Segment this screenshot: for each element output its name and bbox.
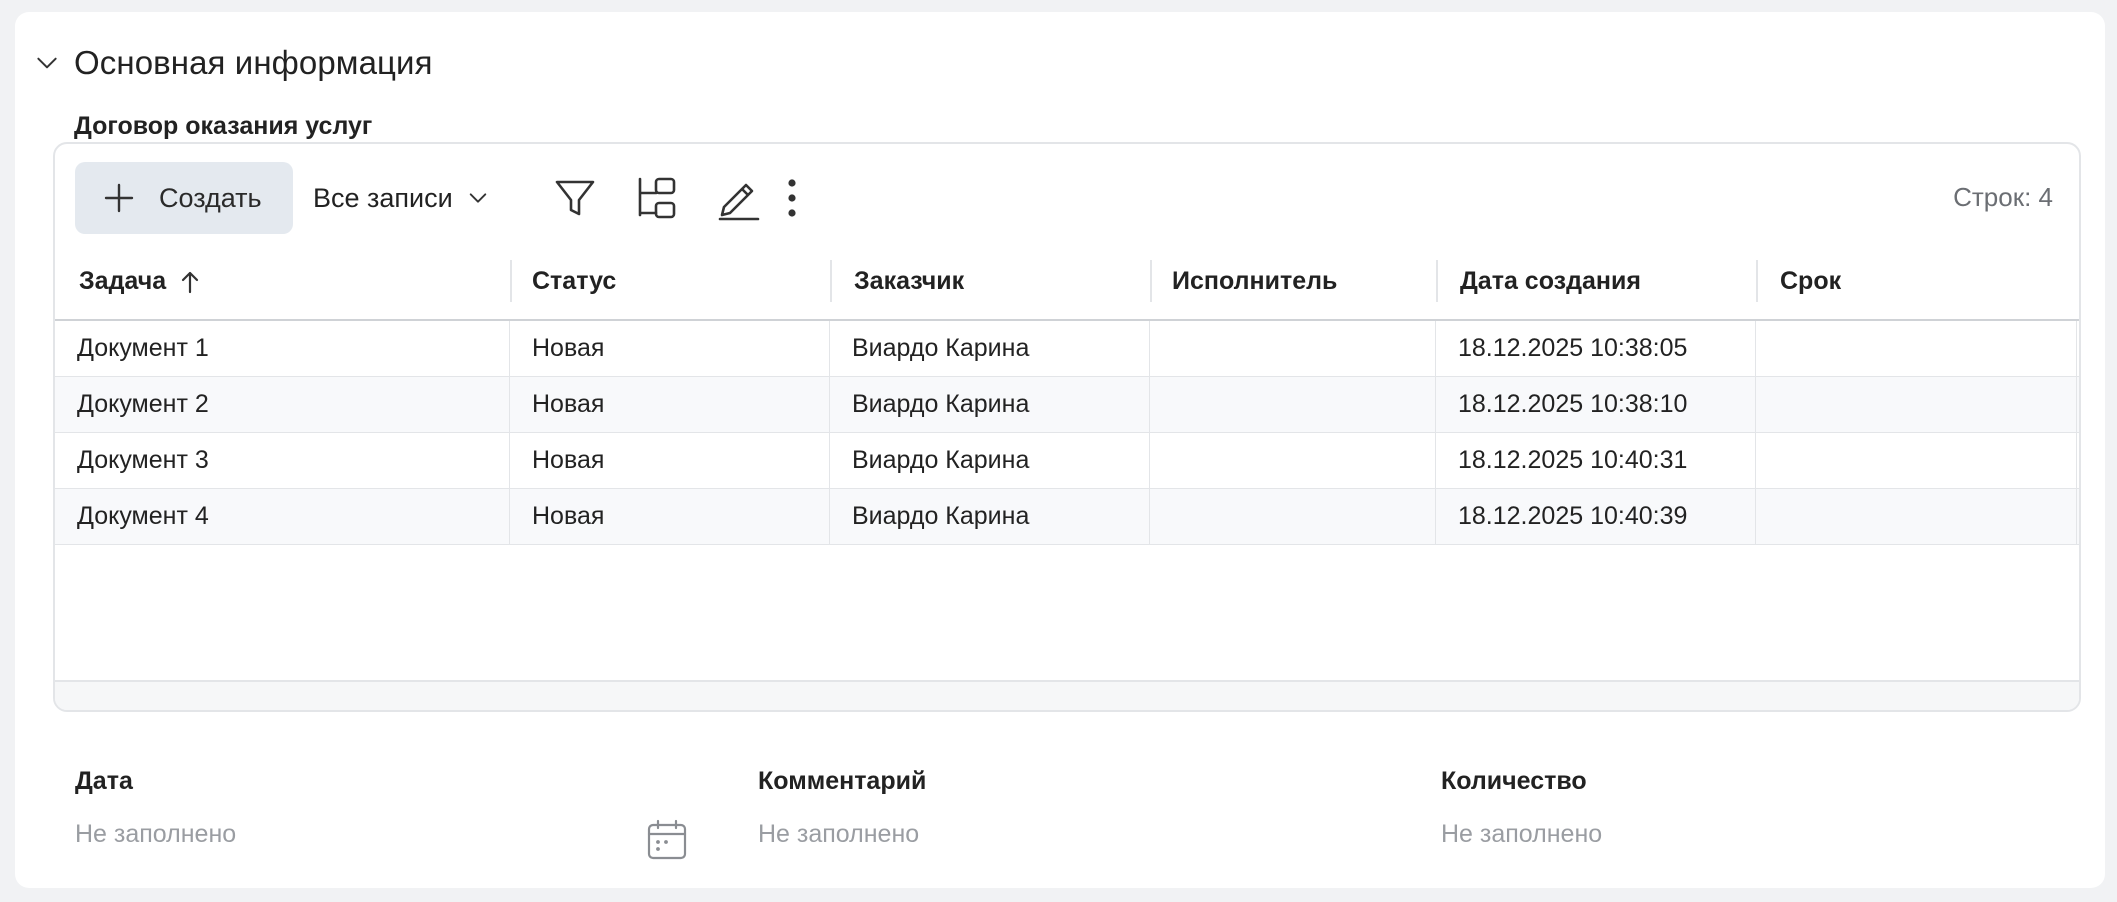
column-header-created-date[interactable]: Дата создания bbox=[1436, 244, 1756, 319]
cell-status: Новая bbox=[510, 321, 830, 376]
cell-customer: Виардо Карина bbox=[830, 321, 1150, 376]
cell-customer: Виардо Карина bbox=[830, 433, 1150, 488]
cell-executor bbox=[1150, 433, 1436, 488]
table-row[interactable]: Документ 4 Новая Виардо Карина 18.12.202… bbox=[55, 489, 2079, 545]
edit-button[interactable] bbox=[715, 174, 763, 222]
quantity-field: Количество Не заполнено bbox=[1441, 767, 1602, 849]
cell-deadline bbox=[1756, 321, 2077, 376]
cell-executor bbox=[1150, 489, 1436, 544]
table-header: Задача Статус Заказчик Исполнитель Дата … bbox=[55, 244, 2079, 321]
create-button[interactable]: Создать bbox=[75, 162, 293, 234]
rows-count: Строк: 4 bbox=[1953, 182, 2053, 212]
chevron-down-icon bbox=[32, 48, 62, 78]
quantity-field-label: Количество bbox=[1441, 767, 1587, 795]
tree-view-button[interactable] bbox=[633, 174, 681, 222]
more-vertical-icon bbox=[788, 179, 796, 217]
comment-field-value[interactable]: Не заполнено bbox=[758, 820, 926, 849]
column-header-executor[interactable]: Исполнитель bbox=[1150, 244, 1436, 319]
cell-task: Документ 2 bbox=[55, 377, 510, 432]
comment-field-label: Комментарий bbox=[758, 767, 927, 795]
column-header-customer[interactable]: Заказчик bbox=[830, 244, 1150, 319]
column-header-deadline[interactable]: Срок bbox=[1756, 244, 2077, 319]
filter-button[interactable] bbox=[551, 174, 599, 222]
cell-created-date: 18.12.2025 10:40:39 bbox=[1436, 489, 1756, 544]
tree-structure-icon bbox=[638, 177, 676, 219]
column-header-task[interactable]: Задача bbox=[55, 244, 510, 319]
table-row[interactable]: Документ 1 Новая Виардо Карина 18.12.202… bbox=[55, 321, 2079, 377]
cell-task: Документ 3 bbox=[55, 433, 510, 488]
date-field-value[interactable]: Не заполнено bbox=[75, 820, 236, 849]
cell-task: Документ 1 bbox=[55, 321, 510, 376]
cell-task: Документ 4 bbox=[55, 489, 510, 544]
cell-deadline bbox=[1756, 433, 2077, 488]
cell-created-date: 18.12.2025 10:38:05 bbox=[1436, 321, 1756, 376]
cell-executor bbox=[1150, 377, 1436, 432]
cell-customer: Виардо Карина bbox=[830, 489, 1150, 544]
main-info-card: Основная информация Договор оказания усл… bbox=[15, 12, 2105, 888]
subtable-title: Договор оказания услуг bbox=[74, 112, 373, 140]
table-row[interactable]: Документ 2 Новая Виардо Карина 18.12.202… bbox=[55, 377, 2079, 433]
cell-deadline bbox=[1756, 489, 2077, 544]
section-title: Основная информация bbox=[74, 44, 433, 81]
pencil-icon bbox=[718, 183, 760, 221]
cell-status: Новая bbox=[510, 489, 830, 544]
data-table: Задача Статус Заказчик Исполнитель Дата … bbox=[55, 244, 2079, 545]
cell-status: Новая bbox=[510, 433, 830, 488]
plus-icon bbox=[104, 183, 134, 213]
arrow-up-icon bbox=[182, 271, 199, 293]
date-field: Дата Не заполнено bbox=[75, 767, 236, 849]
table-footer-scrollbar[interactable] bbox=[55, 680, 2079, 710]
section-toggle[interactable]: Основная информация bbox=[32, 32, 433, 94]
quantity-field-value[interactable]: Не заполнено bbox=[1441, 820, 1602, 849]
cell-executor bbox=[1150, 321, 1436, 376]
comment-field: Комментарий Не заполнено bbox=[758, 767, 926, 849]
create-button-label: Создать bbox=[159, 182, 262, 213]
subtable-panel: Создать Все записи Строк: 4 Задача Стату… bbox=[53, 142, 2081, 712]
table-toolbar: Создать Все записи Строк: 4 bbox=[55, 144, 2079, 244]
filter-icon bbox=[555, 180, 595, 216]
cell-deadline bbox=[1756, 377, 2077, 432]
view-select[interactable]: Все записи bbox=[313, 174, 489, 222]
table-row[interactable]: Документ 3 Новая Виардо Карина 18.12.202… bbox=[55, 433, 2079, 489]
column-header-status[interactable]: Статус bbox=[510, 244, 830, 319]
cell-created-date: 18.12.2025 10:40:31 bbox=[1436, 433, 1756, 488]
cell-status: Новая bbox=[510, 377, 830, 432]
more-button[interactable] bbox=[777, 174, 807, 222]
cell-customer: Виардо Карина bbox=[830, 377, 1150, 432]
calendar-icon[interactable] bbox=[645, 818, 689, 862]
view-select-label: Все записи bbox=[313, 182, 453, 213]
chevron-down-icon bbox=[469, 193, 486, 203]
cell-created-date: 18.12.2025 10:38:10 bbox=[1436, 377, 1756, 432]
date-field-label: Дата bbox=[75, 767, 133, 795]
